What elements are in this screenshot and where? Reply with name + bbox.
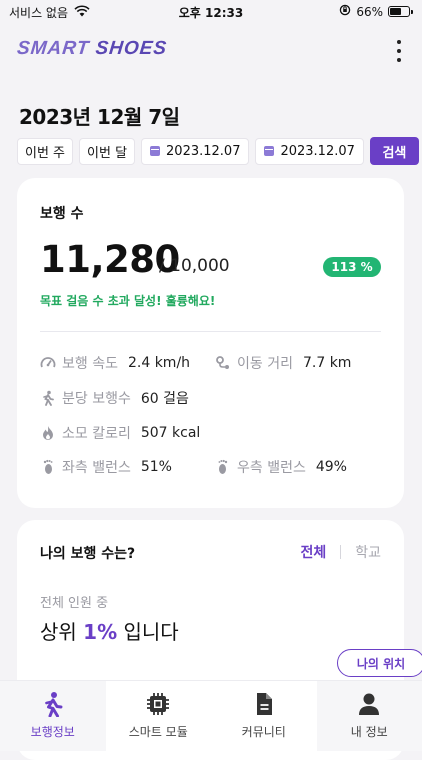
tab-school[interactable]: 학교: [355, 542, 381, 562]
stat-calories: 소모 칼로리 507 kcal: [40, 423, 200, 443]
stat-label: 우측 밸런스: [237, 457, 306, 477]
nav-label: 스마트 모듈: [129, 723, 188, 740]
divider: [40, 331, 381, 332]
left-foot-icon: [40, 459, 56, 475]
nav-community[interactable]: 커뮤니티: [211, 681, 317, 751]
achievement-badge: 113 %: [323, 257, 381, 277]
stat-right-balance: 우측 밸런스 49%: [215, 457, 347, 477]
stat-cadence: 분당 보행수 60 걸음: [40, 388, 189, 408]
walk-card-title: 보행 수: [40, 203, 84, 223]
date-filter-bar: 이번 주 이번 달 2023.12.07 2023.12.07 검색: [17, 137, 419, 165]
nav-label: 내 정보: [351, 723, 388, 740]
stat-value: 2.4 km/h: [128, 355, 190, 371]
nav-walk-info[interactable]: 보행정보: [0, 681, 106, 751]
page-title: 2023년 12월 7일: [19, 101, 180, 130]
stat-value: 49%: [316, 459, 347, 475]
stat-label: 좌측 밸런스: [62, 457, 131, 477]
search-button[interactable]: 검색: [370, 137, 419, 165]
walking-person-icon: [40, 390, 56, 406]
nav-label: 커뮤니티: [242, 723, 286, 740]
this-month-button[interactable]: 이번 달: [79, 138, 135, 165]
calendar-icon: [150, 146, 160, 156]
stat-distance: 이동 거리 7.7 km: [215, 353, 351, 373]
stat-value: 51%: [141, 459, 172, 475]
end-date-picker[interactable]: 2023.12.07: [255, 138, 363, 165]
start-date-value: 2023.12.07: [166, 144, 240, 159]
speedometer-icon: [40, 355, 56, 371]
ranking-subtitle: 전체 인원 중: [40, 592, 108, 611]
app-logo: SMART SHOES: [16, 38, 168, 60]
stat-label: 보행 속도: [62, 353, 118, 373]
battery-percent: 66%: [356, 5, 383, 19]
more-menu-icon[interactable]: [395, 40, 403, 62]
nav-smart-module[interactable]: 스마트 모듈: [106, 681, 212, 751]
stat-label: 이동 거리: [237, 353, 293, 373]
start-date-picker[interactable]: 2023.12.07: [141, 138, 249, 165]
stat-label: 소모 칼로리: [62, 423, 131, 443]
stat-value: 7.7 km: [303, 355, 351, 371]
stat-value: 507 kcal: [141, 425, 200, 441]
end-date-value: 2023.12.07: [280, 144, 354, 159]
walk-summary-card: 보행 수 11,280 / 10,000 113 % 목표 걸음 수 초과 달성…: [17, 178, 404, 508]
route-icon: [215, 355, 231, 371]
stat-value: 60 걸음: [141, 388, 189, 408]
bottom-navigation: 보행정보 스마트 모듈 커뮤니티 내 정보: [0, 680, 422, 751]
ranking-card-title: 나의 보행 수는?: [40, 543, 135, 563]
this-week-button[interactable]: 이번 주: [17, 138, 73, 165]
tab-separator: [340, 545, 341, 559]
tab-all[interactable]: 전체: [300, 542, 326, 562]
nav-my-info[interactable]: 내 정보: [317, 681, 422, 751]
goal-message: 목표 걸음 수 초과 달성! 훌륭해요!: [40, 292, 215, 309]
logo-text-smart: SMART: [16, 38, 97, 59]
stat-left-balance: 좌측 밸런스 51%: [40, 457, 172, 477]
user-icon: [356, 691, 382, 717]
rank-prefix: 상위: [40, 620, 83, 644]
calendar-icon: [264, 146, 274, 156]
chip-icon: [145, 691, 171, 717]
right-foot-icon: [215, 459, 231, 475]
nav-label: 보행정보: [31, 723, 75, 740]
stat-label: 분당 보행수: [62, 388, 131, 408]
orientation-lock-icon: [339, 4, 351, 19]
rank-suffix: 입니다: [117, 620, 179, 644]
document-icon: [251, 691, 277, 717]
ranking-text: 상위 1% 입니다: [40, 616, 179, 645]
flame-icon: [40, 425, 56, 441]
my-location-button[interactable]: 나의 위치: [337, 649, 422, 677]
stat-walk-speed: 보행 속도 2.4 km/h: [40, 353, 190, 373]
logo-text-shoes: SHOES: [94, 38, 168, 59]
status-bar: 서비스 없음 오후 12:33 66%: [0, 0, 422, 24]
step-goal: / 10,000: [159, 256, 230, 276]
battery-icon: [388, 6, 410, 17]
rank-value: 1%: [83, 620, 117, 644]
walking-person-icon: [40, 691, 66, 717]
ranking-tabs: 전체 학교: [300, 542, 381, 562]
